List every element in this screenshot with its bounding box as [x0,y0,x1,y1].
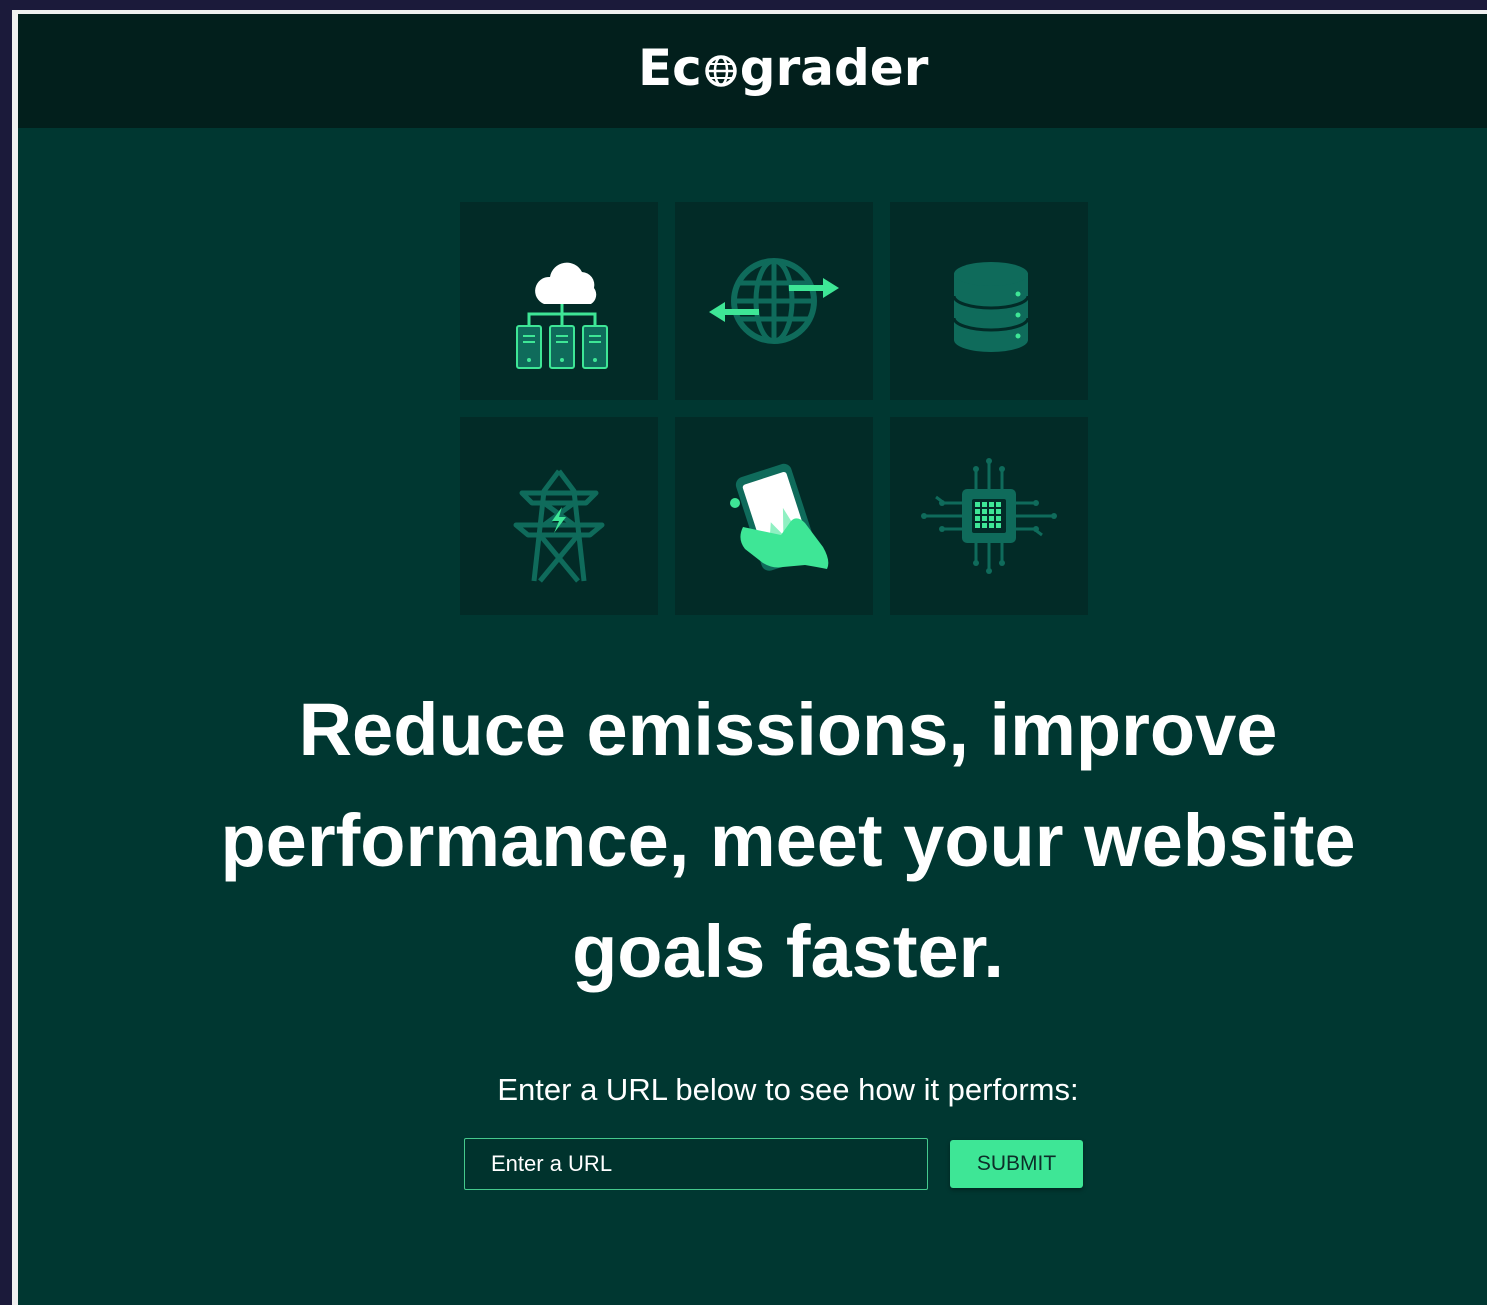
tile-microchip [890,417,1088,615]
cloud-servers-icon [516,262,608,369]
tile-phone-hand [675,417,873,615]
icon-grid [460,202,1088,615]
hero-headline: Reduce emissions, improve performance, m… [220,688,1356,993]
browser-viewport: Ec grader Reduce emissions, improve perf… [12,10,1487,1305]
phone-hand-icon [730,463,829,571]
tile-database [890,202,1088,400]
ecograder-logo[interactable]: Ec grader [638,36,928,100]
url-prompt: Enter a URL below to see how it performs… [497,1072,1079,1107]
site-header: Ec grader [18,14,1487,128]
url-input[interactable] [464,1138,928,1190]
logo-text-end: grader [739,39,929,97]
database-icon [952,262,1030,352]
microchip-icon [921,458,1057,574]
logo-text-start: Ec [638,39,702,97]
globe-transfer-icon [709,258,839,344]
submit-button[interactable]: SUBMIT [950,1140,1083,1188]
tile-power-tower [460,417,658,615]
tile-cloud-servers [460,202,658,400]
power-tower-icon [513,469,605,583]
globe-icon [705,55,737,87]
tile-globe-transfer [675,202,873,400]
